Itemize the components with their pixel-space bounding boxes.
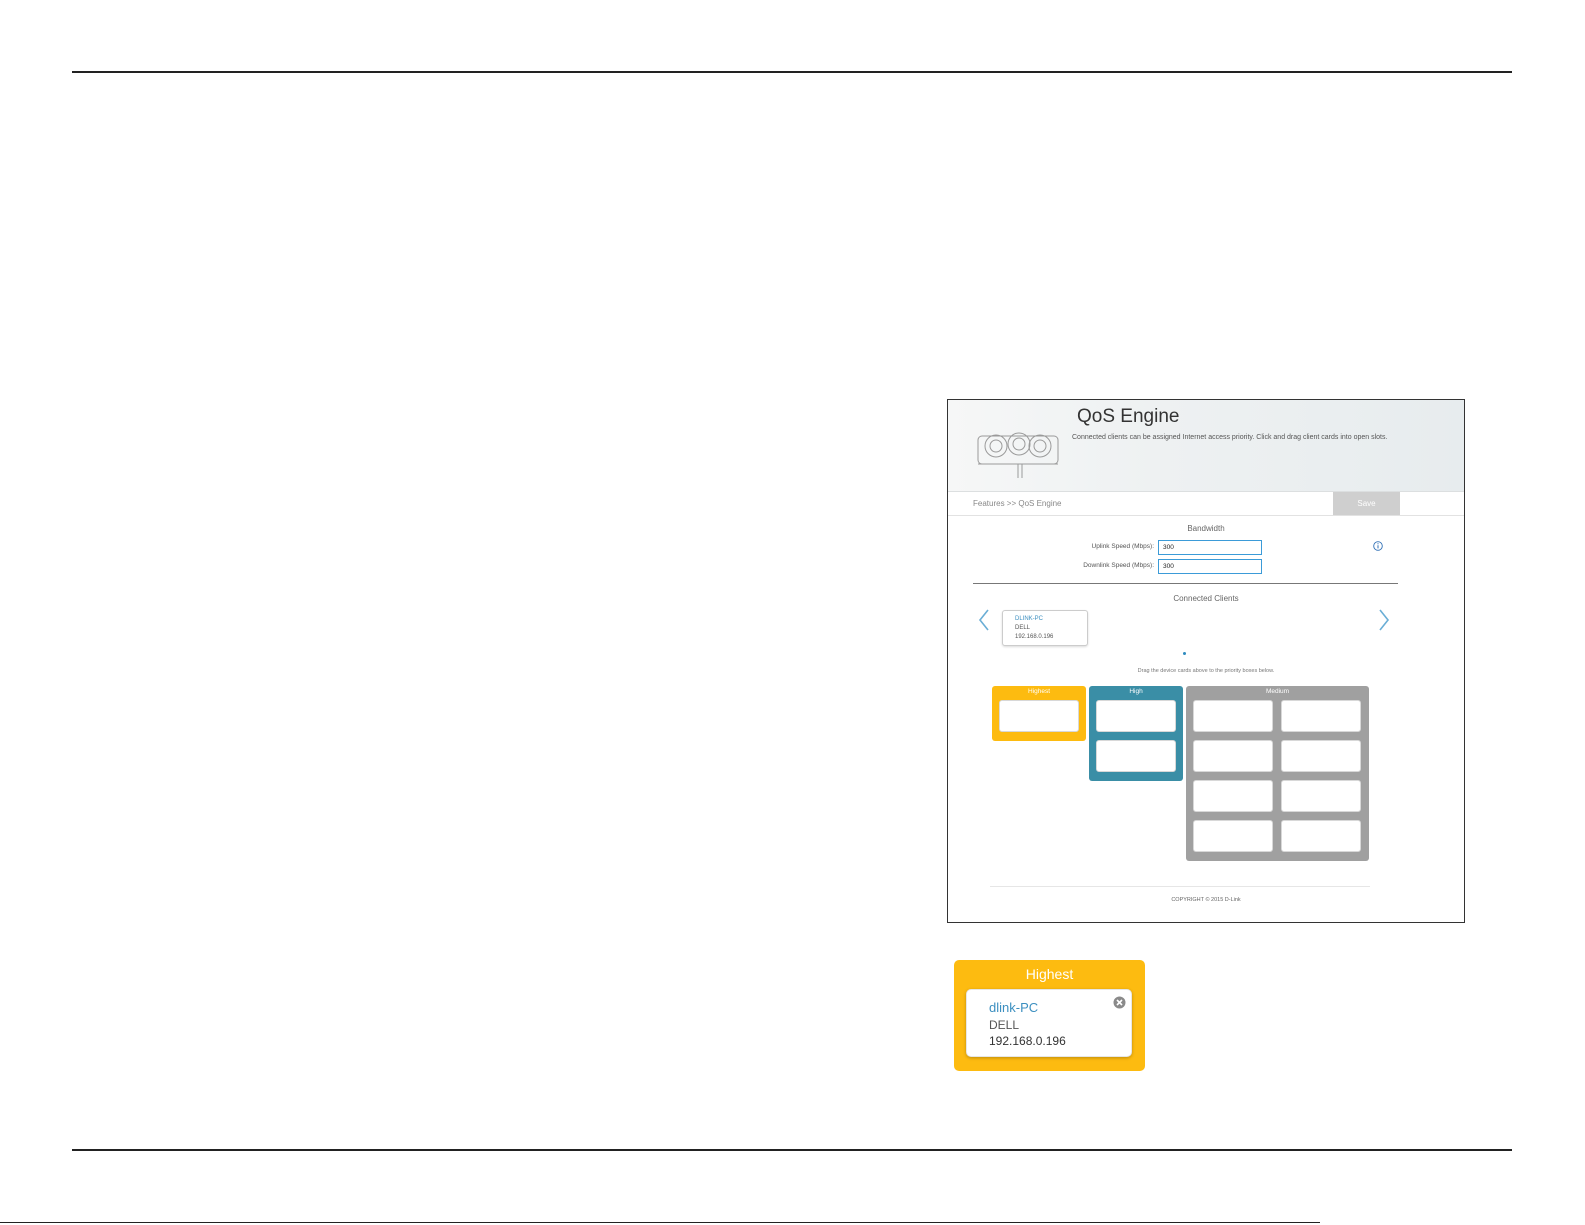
save-button[interactable]: Save: [1333, 492, 1400, 515]
uplink-speed-label: Uplink Speed (Mbps):: [1091, 543, 1155, 550]
footer-divider: [990, 886, 1370, 887]
page-title: QoS Engine: [1077, 406, 1180, 427]
client-name: DLINK-PC: [1015, 616, 1044, 622]
qos-engine-screenshot: QoS Engine Connected clients can be assi…: [947, 399, 1465, 923]
priority-slot[interactable]: [1193, 780, 1273, 812]
bottom-rule: [72, 1149, 1512, 1151]
bandwidth-title: Bandwidth: [1187, 524, 1225, 533]
priority-label-medium: Medium: [1265, 688, 1290, 695]
breadcrumb[interactable]: Features >> QoS Engine: [973, 499, 1062, 508]
priority-slot[interactable]: [1096, 740, 1176, 772]
priority-slot[interactable]: [999, 700, 1079, 732]
priority-slot[interactable]: [1281, 780, 1361, 812]
downlink-speed-input[interactable]: 300: [1158, 559, 1262, 574]
priority-label-high: High: [1129, 688, 1143, 695]
priority-slot[interactable]: [1281, 820, 1361, 852]
connected-clients-title: Connected Clients: [1173, 594, 1239, 603]
remove-icon[interactable]: [1113, 996, 1126, 1009]
chevron-left-icon[interactable]: [977, 608, 991, 632]
assigned-client-name: dlink-PC: [989, 1000, 1039, 1015]
priority-box-high[interactable]: High: [1089, 686, 1183, 781]
callout-priority-label: Highest: [1025, 966, 1074, 982]
priority-slot[interactable]: [1281, 740, 1361, 772]
priority-slot[interactable]: [1193, 700, 1273, 732]
downlink-speed-label: Downlink Speed (Mbps):: [1083, 562, 1154, 569]
info-icon[interactable]: [1373, 541, 1383, 551]
drag-hint: Drag the device cards above to the prior…: [1137, 668, 1275, 674]
highest-priority-callout: Highest dlink-PC DELL 192.168.0.196: [954, 960, 1145, 1071]
page-bottom-rule: [0, 1222, 1320, 1223]
client-ip: 192.168.0.196: [1015, 634, 1054, 640]
client-card[interactable]: DLINK-PC DELL 192.168.0.196: [1002, 610, 1088, 646]
priority-label-highest: Highest: [1027, 688, 1051, 695]
top-rule: [72, 71, 1512, 73]
assigned-client-card[interactable]: dlink-PC DELL 192.168.0.196: [966, 989, 1132, 1057]
assigned-client-ip: 192.168.0.196: [989, 1034, 1066, 1048]
priority-slot[interactable]: [1193, 820, 1273, 852]
page-description: Connected clients can be assigned Intern…: [1072, 434, 1388, 441]
section-divider: [973, 583, 1398, 584]
copyright: COPYRIGHT © 2015 D-Link: [1171, 897, 1241, 903]
assigned-client-vendor: DELL: [989, 1018, 1020, 1032]
breadcrumb-bar: Features >> QoS Engine Save: [948, 492, 1464, 516]
priority-slot[interactable]: [1281, 700, 1361, 732]
priority-box-highest[interactable]: Highest: [992, 686, 1086, 741]
priority-box-medium[interactable]: Medium: [1186, 686, 1369, 861]
priority-slot[interactable]: [1096, 700, 1176, 732]
chevron-right-icon[interactable]: [1377, 608, 1391, 632]
carousel-page-dot[interactable]: [1183, 652, 1186, 655]
page-header: QoS Engine Connected clients can be assi…: [948, 400, 1464, 492]
router-illustration-icon: [977, 432, 1059, 478]
client-vendor: DELL: [1015, 625, 1031, 631]
uplink-speed-input[interactable]: 300: [1158, 540, 1262, 555]
priority-slot[interactable]: [1193, 740, 1273, 772]
